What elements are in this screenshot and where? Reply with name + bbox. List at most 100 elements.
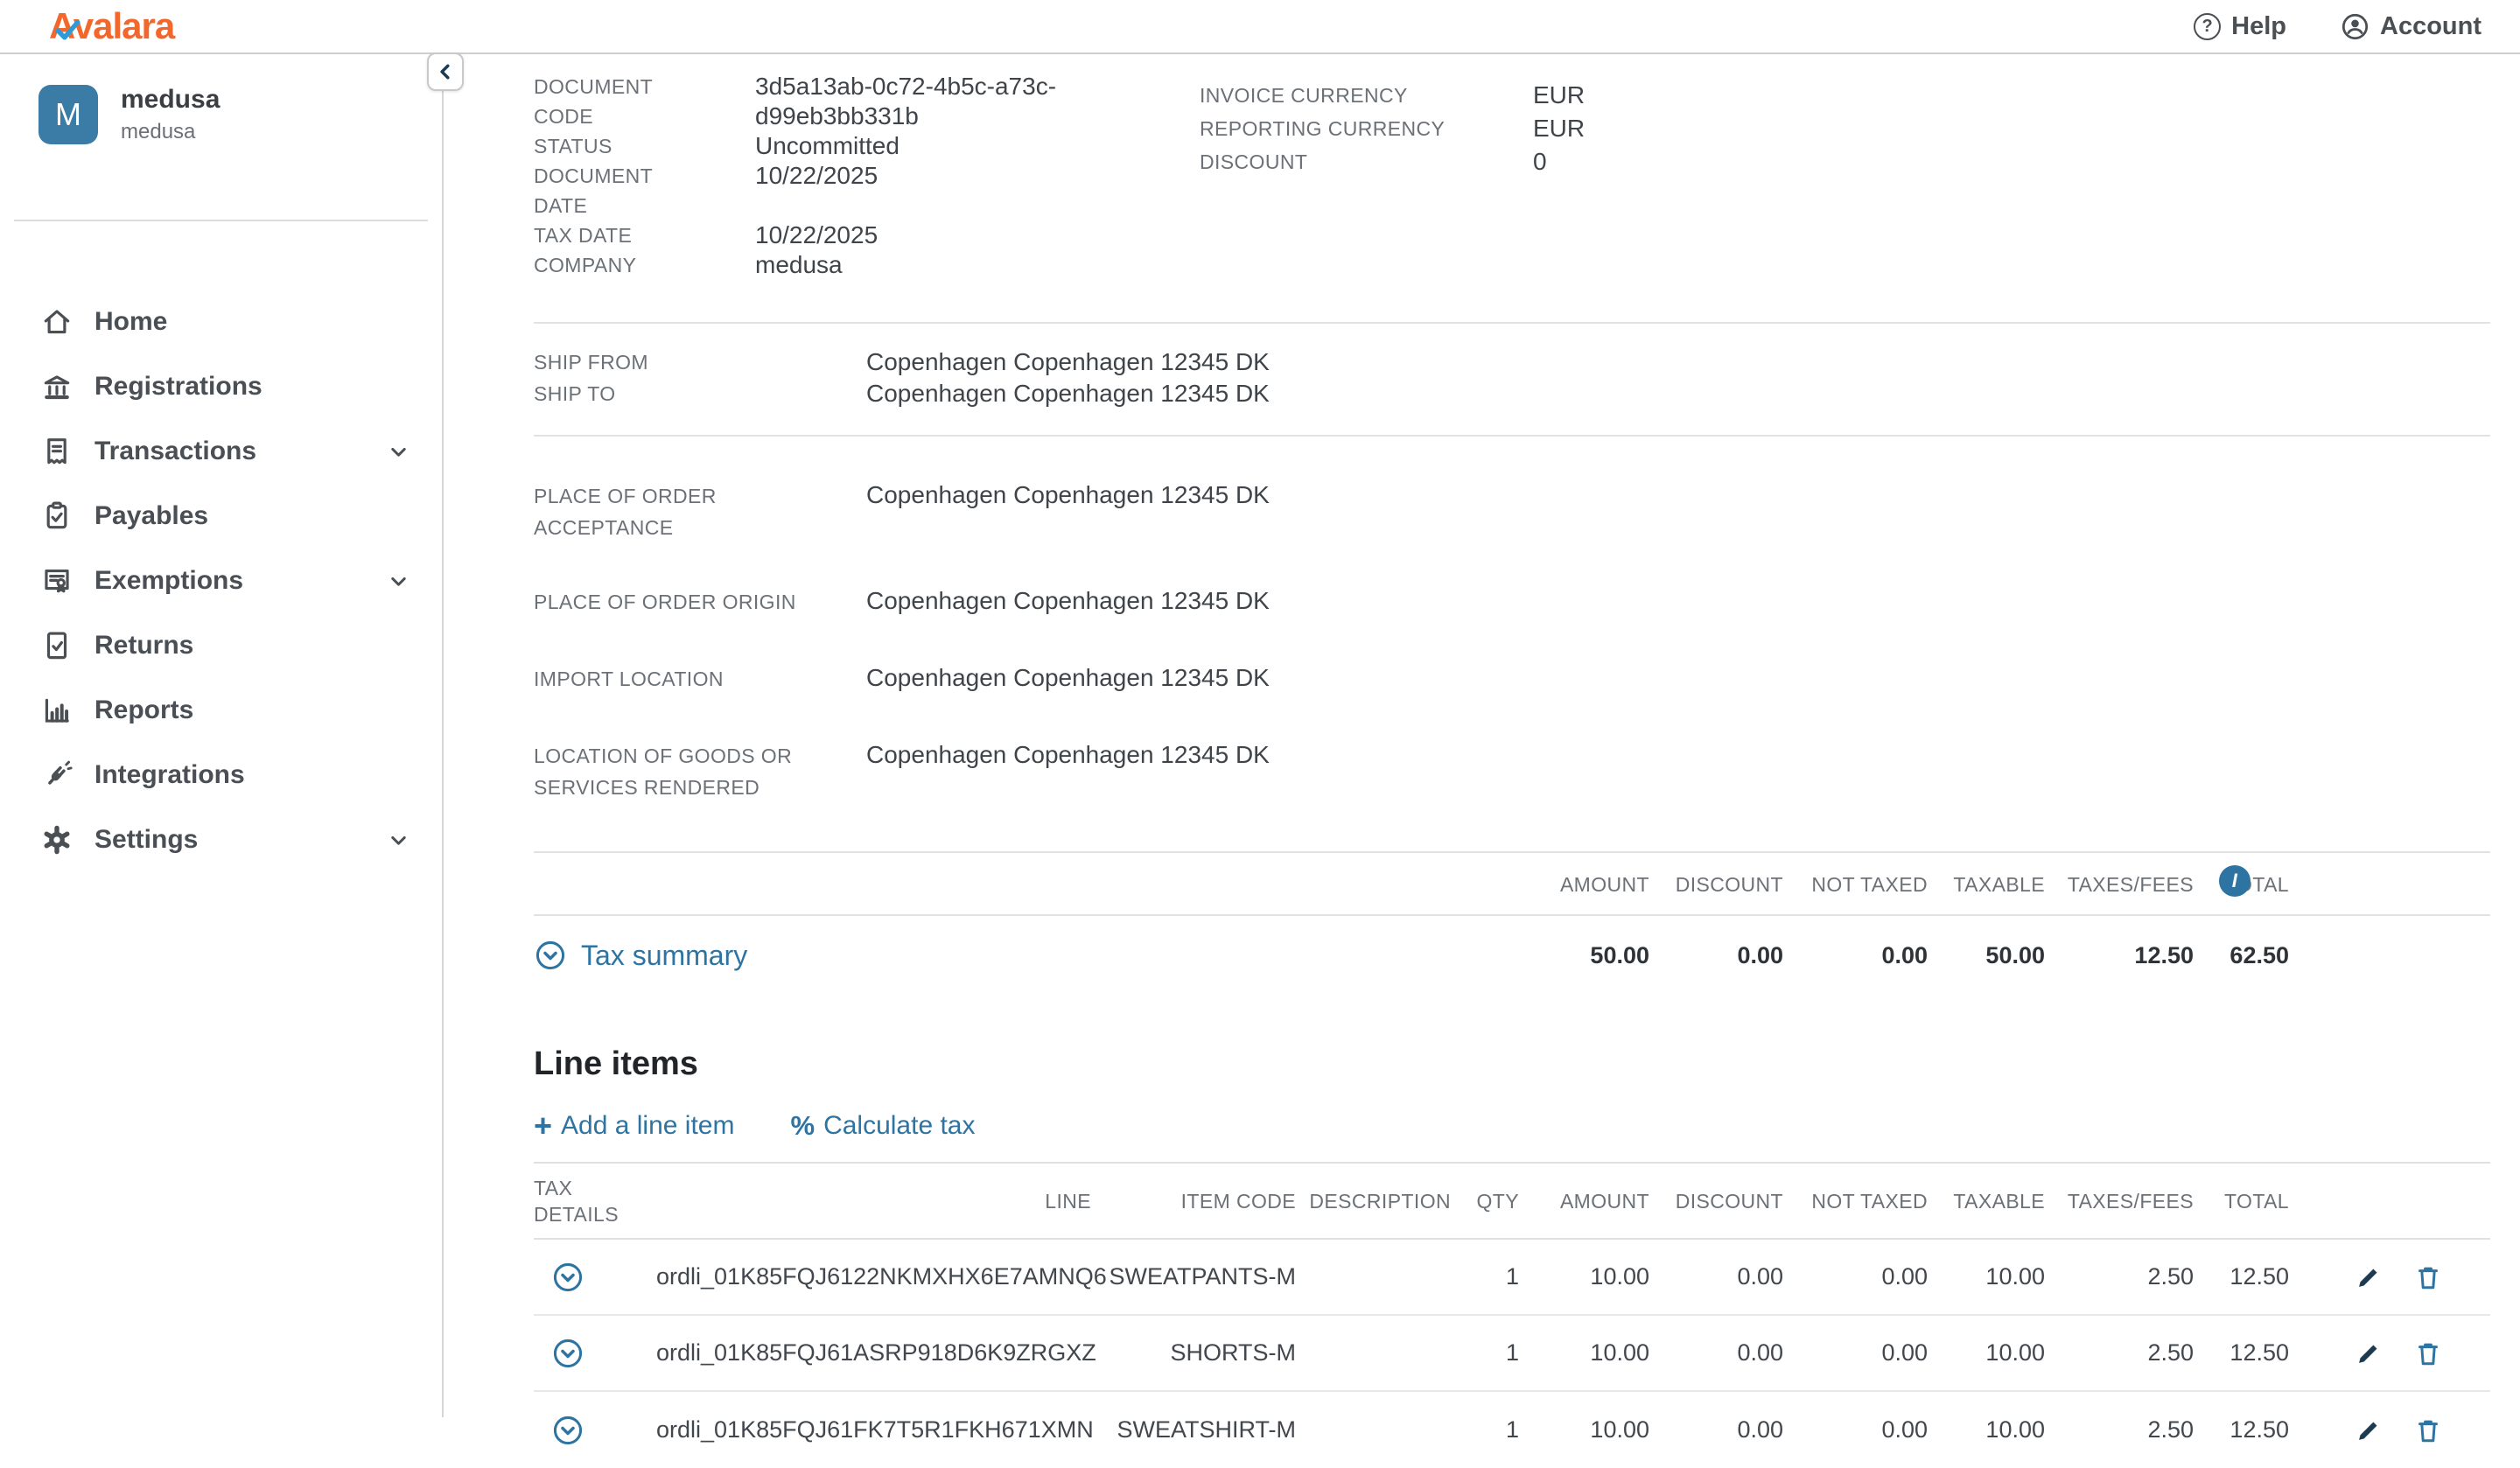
chevron-left-icon [434,60,457,83]
avalara-logo[interactable]: Avalara [49,5,174,47]
sidebar-item-registrations[interactable]: Registrations [0,354,442,419]
tax-summary-label: Tax summary [581,940,747,972]
shipping-section: SHIP FROM Copenhagen Copenhagen 12345 DK… [534,324,2490,409]
company-switcher[interactable]: M medusa medusa [0,54,442,144]
tax-summary-toggle[interactable]: Tax summary [534,939,747,972]
delete-line-item-button[interactable] [2413,1416,2443,1445]
calculate-tax-button[interactable]: % Calculate tax [790,1111,975,1141]
goods-location-value: Copenhagen Copenhagen 12345 DK [866,740,2490,803]
sidebar-item-transactions[interactable]: Transactions [0,419,442,484]
amount: 10.00 [1519,1263,1649,1290]
summary-col-header: NOT TAXED [1783,871,1928,898]
sidebar-item-label: Settings [94,825,198,855]
sidebar-item-payables[interactable]: Payables [0,484,442,549]
line-items-heading: Line items [534,1045,2490,1083]
edit-line-item-button[interactable] [2354,1339,2384,1368]
home-icon [40,305,74,339]
sidebar-item-exemptions[interactable]: Exemptions [0,549,442,613]
trash-icon [2413,1262,2443,1292]
sidebar-item-label: Registrations [94,372,262,402]
sidebar-item-label: Payables [94,501,208,531]
document-code-value: 3d5a13ab-0c72-4b5c-a73c-d99eb3bb331b [755,72,1070,131]
field-label: IMPORT LOCATION [534,663,866,695]
import-location-value: Copenhagen Copenhagen 12345 DK [866,663,2490,695]
summary-col-header: TAXES/FEES [2045,871,2194,898]
taxable: 10.00 [1928,1339,2045,1367]
col-header: TAXES/FEES [2045,1188,2194,1214]
transaction-detail-panel: DOCUMENT CODE 3d5a13ab-0c72-4b5c-a73c-d9… [445,54,2520,1417]
trash-icon [2413,1416,2443,1445]
sidebar-item-home[interactable]: Home [0,290,442,354]
item-code: SWEATSHIRT-M [1091,1416,1296,1444]
sidebar-item-label: Home [94,307,167,337]
chevron-down-icon [387,828,410,852]
item-code: SHORTS-M [1091,1339,1296,1367]
sidebar-item-label: Returns [94,631,193,661]
sidebar-divider [14,220,428,221]
add-line-item-button[interactable]: + Add a line item [534,1111,734,1141]
sidebar-item-label: Reports [94,696,193,725]
qty: 1 [1451,1339,1519,1367]
ship-from-value: Copenhagen Copenhagen 12345 DK [866,346,2490,378]
sidebar-item-reports[interactable]: Reports [0,678,442,743]
line-item-row: ordli_01K85FQJ61FK7T5R1FKH671XMN SWEATSH… [534,1392,2490,1468]
field-label: PLACE OF ORDER ACCEPTANCE [534,480,866,543]
top-header: Avalara ? Help Account [0,0,2520,54]
chevron-circle-down-icon [534,939,567,972]
sidebar-nav: Home Registrations Transactions Payables [0,290,442,872]
edit-line-item-button[interactable] [2354,1262,2384,1292]
account-button[interactable]: Account [2341,12,2482,41]
amount: 10.00 [1519,1416,1649,1444]
sidebar-collapse-button[interactable] [427,52,464,91]
field-label: SHIP FROM [534,346,866,378]
company-name: medusa [121,85,220,115]
plus-icon: + [534,1113,552,1139]
trash-icon [2413,1339,2443,1368]
summary-col-header-total: TOTAL i [2194,871,2289,898]
field-label: REPORTING CURRENCY [1200,112,1533,145]
field-label: DOCUMENT CODE [534,72,755,131]
discount: 0.00 [1649,1339,1783,1367]
currency-fields: INVOICE CURRENCY EUR REPORTING CURRENCY … [1200,79,1585,178]
delete-line-item-button[interactable] [2413,1339,2443,1368]
company-value: medusa [755,250,1070,280]
field-label: COMPANY [534,250,755,280]
col-header: NOT TAXED [1783,1188,1928,1214]
taxable: 10.00 [1928,1416,2045,1444]
field-label: TAX DATE [534,220,755,250]
edit-pencil-icon [2354,1416,2384,1445]
ship-to-value: Copenhagen Copenhagen 12345 DK [866,378,2490,409]
delete-line-item-button[interactable] [2413,1262,2443,1292]
edit-line-item-button[interactable] [2354,1416,2384,1445]
sidebar-item-returns[interactable]: Returns [0,613,442,678]
field-label: INVOICE CURRENCY [1200,79,1533,112]
total: 12.50 [2194,1416,2289,1444]
col-header: ITEM CODE [1091,1188,1296,1214]
expand-tax-details-button[interactable] [551,1337,584,1370]
help-button[interactable]: ? Help [2194,12,2286,41]
total: 12.50 [2194,1263,2289,1290]
plug-icon [40,758,74,792]
info-icon[interactable]: i [2219,865,2250,897]
locations-section: PLACE OF ORDER ACCEPTANCE Copenhagen Cop… [534,480,2490,803]
not-taxed: 0.00 [1783,1339,1928,1367]
summary-not-taxed: 0.00 [1783,942,1928,969]
total: 12.50 [2194,1339,2289,1367]
sidebar-item-integrations[interactable]: Integrations [0,743,442,807]
field-label: SHIP TO [534,378,866,409]
field-label: DOCUMENT DATE [534,161,755,220]
document-date-value: 10/22/2025 [755,161,1070,220]
chevron-circle-down-icon [551,1337,584,1370]
sidebar-item-label: Integrations [94,760,245,790]
account-icon [2341,12,2370,41]
not-taxed: 0.00 [1783,1263,1928,1290]
line-items-header-row: TAX DETAILS LINE ITEM CODE DESCRIPTION Q… [534,1162,2490,1240]
expand-tax-details-button[interactable] [551,1414,584,1447]
line-item-row: ordli_01K85FQJ6122NKMXHX6E7AMNQ6 SWEATPA… [534,1240,2490,1316]
col-header: DISCOUNT [1649,1188,1783,1214]
expand-tax-details-button[interactable] [551,1261,584,1294]
sidebar-item-settings[interactable]: Settings [0,807,442,872]
line-id: ordli_01K85FQJ61FK7T5R1FKH671XMN [656,1416,1091,1444]
bank-icon [40,370,74,403]
line-item-row: ordli_01K85FQJ61ASRP918D6K9ZRGXZ SHORTS-… [534,1316,2490,1392]
